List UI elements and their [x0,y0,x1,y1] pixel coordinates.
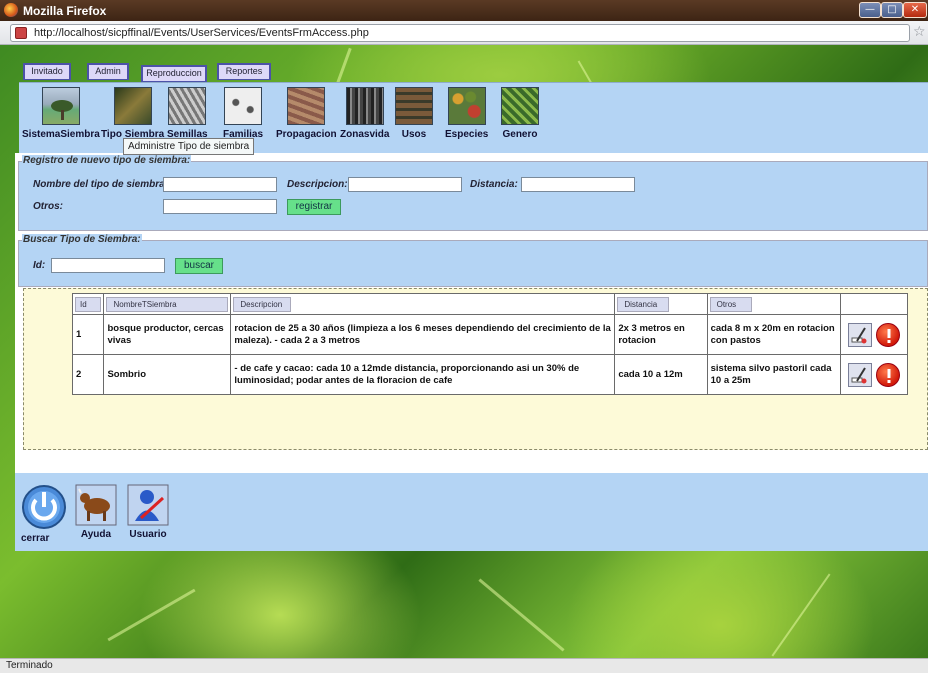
tab-admin[interactable]: Admin [87,63,129,80]
cell-descripcion: - de cafe y cacao: cada 10 a 12mde dista… [230,354,616,395]
bookmark-star-icon[interactable]: ☆ [913,24,926,40]
usuario-button[interactable]: Usuario [127,484,169,540]
window-title: Mozilla Firefox [23,4,107,18]
table-row: 2 Sombrio - de cafe y cacao: cada 10 a 1… [71,354,909,395]
distancia-input[interactable] [521,177,635,192]
cell-descripcion: rotacion de 25 a 30 años (limpieza a los… [230,314,616,355]
registro-fieldset: Registro de nuevo tipo de siembra: Nombr… [18,155,928,231]
page-background: Invitado Admin Reproduccion Reportes Sis… [0,45,928,658]
table-row: 1 bosque productor, cercas vivas rotacio… [71,314,909,355]
close-window-button[interactable]: ✕ [903,2,927,18]
menu-item-genero[interactable]: Genero [501,87,539,140]
registro-legend: Registro de nuevo tipo de siembra: [22,155,192,166]
address-bar: http://localhost/sicpffinal/Events/UserS… [0,21,928,45]
menu-item-especies[interactable]: Especies [445,87,488,140]
menu-item-semillas[interactable]: Semillas [167,87,208,140]
edit-icon[interactable] [847,322,872,347]
otros-label: Otros: [33,201,63,212]
tab-reportes[interactable]: Reportes [217,63,271,80]
tree-photo-icon [41,87,80,125]
menu-item-zonasvida[interactable]: Zonasvida [340,87,389,140]
edit-icon[interactable] [847,362,872,387]
header-id: Id [75,296,102,312]
url-field[interactable]: http://localhost/sicpffinal/Events/UserS… [10,24,910,42]
nombre-input[interactable] [163,177,277,192]
menu-item-sistemasiembra[interactable]: SistemaSiembra [22,87,100,140]
cow-icon [75,484,117,526]
delete-icon[interactable] [875,362,900,387]
content-frame: Registro de nuevo tipo de siembra: Nombr… [15,153,928,471]
cell-id: 2 [71,354,105,395]
forest-photo-icon [345,87,384,125]
url-text: http://localhost/sicpffinal/Events/UserS… [34,27,369,39]
siembra-table: Id NombreTSiembra Descripcion Distancia … [71,293,909,395]
cell-distancia: 2x 3 metros en rotacion [614,314,708,355]
uses-photo-icon [395,87,433,125]
distancia-label: Distancia: [470,179,518,190]
menu-item-familias[interactable]: Familias [223,87,263,140]
id-search-input[interactable] [51,258,165,273]
cell-otros: sistema silvo pastoril cada 10 a 25m [706,354,841,395]
registrar-button[interactable]: registrar [287,199,341,215]
cell-nombre: bosque productor, cercas vivas [103,314,232,355]
delete-icon[interactable] [875,322,900,347]
ayuda-button[interactable]: Ayuda [75,484,117,540]
header-actions [839,293,909,315]
propagation-photo-icon [287,87,326,125]
maximize-button[interactable]: □ [881,2,903,18]
menu-item-tipo-siembra[interactable]: Tipo Siembra [101,87,164,140]
families-photo-icon [224,87,263,125]
nombre-label: Nombre del tipo de siembra: [33,179,169,190]
tab-reproduccion[interactable]: Reproduccion [141,65,207,82]
buscar-button[interactable]: buscar [175,258,223,274]
window-titlebar: Mozilla Firefox — □ ✕ [0,0,928,21]
cerrar-button[interactable]: cerrar [21,484,67,544]
header-distancia: Distancia [617,296,670,312]
cell-actions [839,314,909,355]
status-bar: Terminado [0,658,928,673]
cell-distancia: cada 10 a 12m [614,354,708,395]
power-icon [22,485,66,529]
seeds-photo-icon [168,87,207,125]
tooltip: Administre Tipo de siembra [123,138,255,155]
table-header-row: Id NombreTSiembra Descripcion Distancia … [71,293,909,315]
id-label: Id: [33,260,46,271]
cell-otros: cada 8 m x 20m en rotacion con pastos [706,314,841,355]
bottom-dock: cerrar Ayuda Usuario [15,471,928,551]
cell-nombre: Sombrio [103,354,232,395]
otros-input[interactable] [163,199,277,214]
site-icon [15,27,27,39]
descripcion-input[interactable] [348,177,462,192]
genus-photo-icon [501,87,539,125]
buscar-fieldset: Buscar Tipo de Siembra: Id: buscar [18,234,928,287]
header-otros: Otros [709,296,752,312]
menu-item-usos[interactable]: Usos [395,87,433,140]
minimize-button[interactable]: — [859,2,881,18]
species-photo-icon [447,87,486,125]
cell-actions [839,354,909,395]
results-area: Id NombreTSiembra Descripcion Distancia … [23,288,928,450]
firefox-icon [4,3,18,17]
buscar-legend: Buscar Tipo de Siembra: [22,234,142,245]
header-descripcion: Descripcion [233,296,292,312]
user-tools-icon [127,484,169,526]
header-nombre: NombreTSiembra [106,296,229,312]
menu-item-propagacion[interactable]: Propagacion [276,87,337,140]
tab-invitado[interactable]: Invitado [23,63,71,80]
cell-id: 1 [71,314,105,355]
descripcion-label: Descripcion: [287,179,348,190]
planting-photo-icon [113,87,152,125]
